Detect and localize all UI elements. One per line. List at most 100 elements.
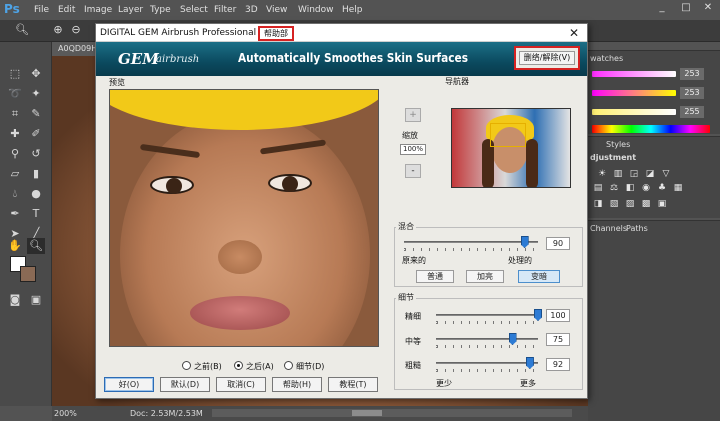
menu-filter[interactable]: Filter — [214, 5, 236, 15]
zoom-out-button[interactable]: - — [405, 164, 421, 178]
tab-swatches[interactable]: watches — [590, 54, 623, 63]
healing-tool-icon[interactable]: ✚ — [6, 126, 24, 142]
tutorial-button[interactable]: 教程(T) — [328, 377, 378, 392]
cancel-button[interactable]: 取消(C) — [216, 377, 266, 392]
eraser-tool-icon[interactable]: ▱ — [6, 166, 24, 182]
help-menu-tab[interactable]: 帮助部 — [258, 26, 294, 41]
vibrance-icon[interactable]: ▽ — [660, 169, 672, 179]
zoom-tool-active-icon[interactable]: 🔍︎ — [27, 238, 45, 254]
color-value-r[interactable]: 253 — [680, 68, 704, 80]
color-value-b[interactable]: 255 — [680, 106, 704, 118]
preview-lips — [190, 296, 290, 330]
menu-edit[interactable]: Edit — [58, 5, 75, 15]
lasso-tool-icon[interactable]: ➰ — [6, 86, 24, 102]
exposure-icon[interactable]: ◪ — [644, 169, 656, 179]
radio-before[interactable] — [182, 361, 191, 370]
history-brush-icon[interactable]: ↺ — [27, 146, 45, 162]
color-slider-r[interactable] — [592, 71, 676, 77]
gradient-tool-icon[interactable]: ▮ — [27, 166, 45, 182]
hand-tool-icon[interactable]: ✋ — [6, 238, 24, 254]
menu-3d[interactable]: 3D — [245, 5, 258, 15]
lookup-icon[interactable]: ▦ — [672, 183, 684, 193]
menu-window[interactable]: Window — [298, 5, 334, 15]
menu-file[interactable]: File — [34, 5, 49, 15]
magic-wand-tool-icon[interactable]: ✦ — [27, 86, 45, 102]
screen-mode-icon[interactable]: ▣ — [27, 292, 45, 308]
blur-tool-icon[interactable]: 💧︎ — [6, 186, 24, 202]
mode-darken-button[interactable]: 变暗 — [518, 270, 560, 283]
help-button[interactable]: 帮助(H) — [272, 377, 322, 392]
detail-fine-value[interactable]: 100 — [546, 309, 570, 322]
tab-paths[interactable]: Paths — [626, 224, 648, 233]
mixer-icon[interactable]: ♣ — [656, 183, 668, 193]
maximize-icon[interactable]: □ — [676, 2, 696, 17]
color-spectrum[interactable] — [592, 125, 710, 133]
radio-after[interactable] — [234, 361, 243, 370]
menu-layer[interactable]: Layer — [118, 5, 143, 15]
curves-icon[interactable]: ◲ — [628, 169, 640, 179]
stamp-tool-icon[interactable]: ⚲ — [6, 146, 24, 162]
color-slider-b[interactable] — [592, 109, 676, 115]
brightness-icon[interactable]: ☀ — [596, 169, 608, 179]
radio-detail-label[interactable]: 细节(D) — [296, 361, 324, 372]
brush-tool-icon[interactable]: ✐ — [27, 126, 45, 142]
balance-icon[interactable]: ⚖ — [608, 183, 620, 193]
radio-detail[interactable] — [284, 361, 293, 370]
radio-before-label[interactable]: 之前(B) — [194, 361, 222, 372]
mode-normal-button[interactable]: 普通 — [416, 270, 454, 283]
blend-slider-track[interactable] — [404, 241, 538, 243]
marquee-tool-icon[interactable]: ⬚ — [6, 66, 24, 82]
color-value-g[interactable]: 253 — [680, 87, 704, 99]
eyedropper-tool-icon[interactable]: ✎ — [27, 106, 45, 122]
navigator-view-rect[interactable] — [490, 123, 526, 147]
detail-medium-track[interactable] — [436, 338, 538, 340]
dodge-tool-icon[interactable]: ● — [27, 186, 45, 202]
preview-image[interactable] — [109, 89, 379, 347]
move-tool-icon[interactable]: ✥ — [27, 66, 45, 82]
zoom-in-icon[interactable]: ⊕ — [50, 23, 66, 39]
blend-value[interactable]: 90 — [546, 237, 570, 250]
navigator-label: 导航器 — [445, 77, 469, 86]
type-tool-icon[interactable]: T — [27, 206, 45, 222]
zoom-out-icon[interactable]: ⊖ — [68, 23, 84, 39]
background-color[interactable] — [20, 266, 36, 282]
levels-icon[interactable]: ▥ — [612, 169, 624, 179]
navigator-thumbnail[interactable] — [451, 108, 571, 188]
selective-color-icon[interactable]: ▣ — [656, 199, 668, 209]
mode-lighten-button[interactable]: 加亮 — [466, 270, 504, 283]
tab-styles[interactable]: Styles — [606, 140, 630, 149]
bw-icon[interactable]: ◧ — [624, 183, 636, 193]
gradient-map-icon[interactable]: ▩ — [640, 199, 652, 209]
posterize-icon[interactable]: ▧ — [608, 199, 620, 209]
zoom-in-button[interactable]: + — [405, 108, 421, 122]
window-close-icon[interactable]: ✕ — [698, 2, 718, 17]
default-button[interactable]: 默认(D) — [160, 377, 210, 392]
zoom-value[interactable]: 100% — [400, 144, 426, 155]
detail-medium-value[interactable]: 75 — [546, 333, 570, 346]
detail-coarse-value[interactable]: 92 — [546, 358, 570, 371]
color-slider-g[interactable] — [592, 90, 676, 96]
menu-view[interactable]: View — [266, 5, 287, 15]
hue-sat-icon[interactable]: ▤ — [592, 183, 604, 193]
tab-channels[interactable]: Channels — [590, 224, 627, 233]
menu-select[interactable]: Select — [180, 5, 208, 15]
minimize-icon[interactable]: _ — [652, 2, 672, 17]
photo-filter-icon[interactable]: ◉ — [640, 183, 652, 193]
quick-mask-icon[interactable]: ◙ — [6, 292, 24, 308]
threshold-icon[interactable]: ▨ — [624, 199, 636, 209]
menu-help[interactable]: Help — [342, 5, 363, 15]
dialog-close-icon[interactable]: ✕ — [567, 26, 581, 40]
detail-coarse-track[interactable] — [436, 362, 538, 364]
detail-fine-track[interactable] — [436, 314, 538, 316]
crop-tool-icon[interactable]: ⌗ — [6, 106, 24, 122]
menu-image[interactable]: Image — [84, 5, 112, 15]
horizontal-scrollbar[interactable] — [212, 409, 572, 417]
radio-after-label[interactable]: 之后(A) — [246, 361, 274, 372]
register-button[interactable]: 删络/解除(V) — [519, 51, 575, 65]
pen-tool-icon[interactable]: ✒ — [6, 206, 24, 222]
menu-type[interactable]: Type — [150, 5, 171, 15]
ok-button[interactable]: 好(O) — [104, 377, 154, 392]
zoom-tool-icon[interactable]: 🔍︎ — [14, 23, 30, 39]
scroll-thumb[interactable] — [352, 410, 382, 416]
invert-icon[interactable]: ◨ — [592, 199, 604, 209]
